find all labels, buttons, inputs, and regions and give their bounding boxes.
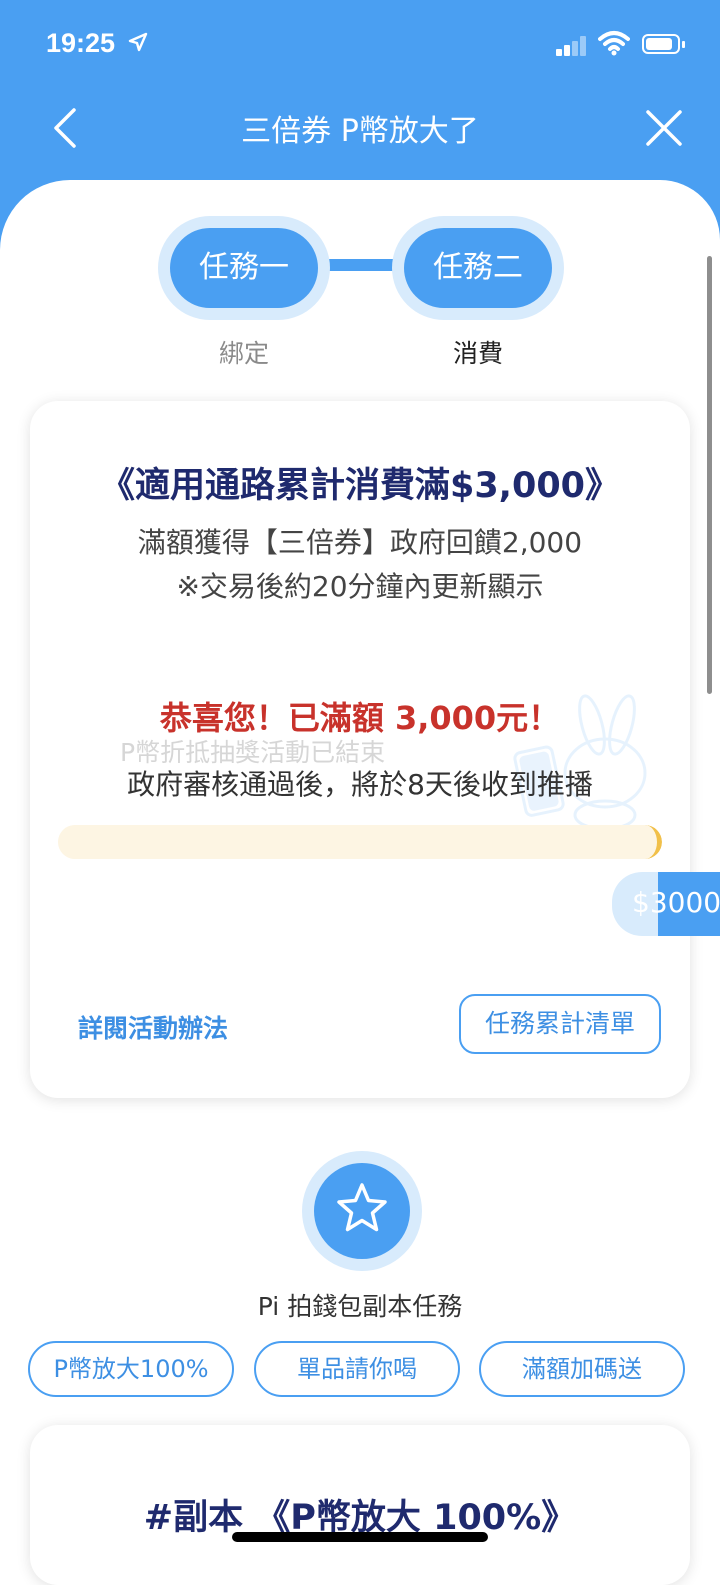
wifi-icon xyxy=(598,31,630,56)
close-button[interactable] xyxy=(644,108,684,148)
progress-amount-bubble: $3000 xyxy=(612,872,720,936)
vertical-scrollbar[interactable] xyxy=(707,256,712,694)
status-bar: 19:25 xyxy=(0,0,720,90)
task-list-button[interactable]: 任務累計清單 xyxy=(459,994,661,1054)
step-2-caption: 消費 xyxy=(452,339,503,368)
status-time: 19:25 xyxy=(46,28,116,58)
home-indicator[interactable] xyxy=(232,1532,488,1542)
activity-rules-link[interactable]: 詳閱活動辦法 xyxy=(78,1009,228,1045)
congrats-message: 恭喜您！已滿額 3,000元！ xyxy=(159,699,561,737)
task-card: 《適用通路累計消費滿$3,000》 滿額獲得【三倍券】政府回饋2,000 ※交易… xyxy=(30,401,690,1098)
step-1-caption: 綁定 xyxy=(218,339,269,368)
cellular-signal-icon xyxy=(556,34,588,56)
star-badge xyxy=(314,1163,410,1259)
card-title: 《適用通路累計消費滿$3,000》 xyxy=(99,466,621,506)
government-review-note: 政府審核通過後，將於8天後收到推播 xyxy=(127,768,593,801)
star-icon xyxy=(337,1183,387,1232)
chip-bonus-gift[interactable]: 滿額加碼送 xyxy=(479,1341,685,1397)
step-2-label: 任務二 xyxy=(404,228,552,308)
battery-nub xyxy=(682,41,685,48)
progress-amount: $3000 xyxy=(632,886,720,919)
sub-task-star-button[interactable] xyxy=(302,1151,422,1271)
card-note: ※交易後約20分鐘內更新顯示 xyxy=(176,570,544,603)
close-icon xyxy=(646,110,682,146)
page-title: 三倍券 P幣放大了 xyxy=(241,114,479,149)
progress-bar xyxy=(58,825,662,859)
progress-fill xyxy=(58,825,662,859)
chip-p-coin-double[interactable]: P幣放大100% xyxy=(28,1341,234,1397)
sub-task-caption: Pi 拍錢包副本任務 xyxy=(257,1292,463,1321)
card-subtitle: 滿額獲得【三倍券】政府回饋2,000 xyxy=(137,526,583,559)
sub-task-card: #副本 《P幣放大 100%》 xyxy=(30,1425,690,1585)
step-1[interactable]: 任務一 xyxy=(158,216,330,320)
location-arrow-icon xyxy=(128,32,148,52)
step-2[interactable]: 任務二 xyxy=(392,216,564,320)
battery-icon xyxy=(642,34,680,54)
chip-single-item-drink[interactable]: 單品請你喝 xyxy=(254,1341,460,1397)
step-1-label: 任務一 xyxy=(170,228,318,308)
